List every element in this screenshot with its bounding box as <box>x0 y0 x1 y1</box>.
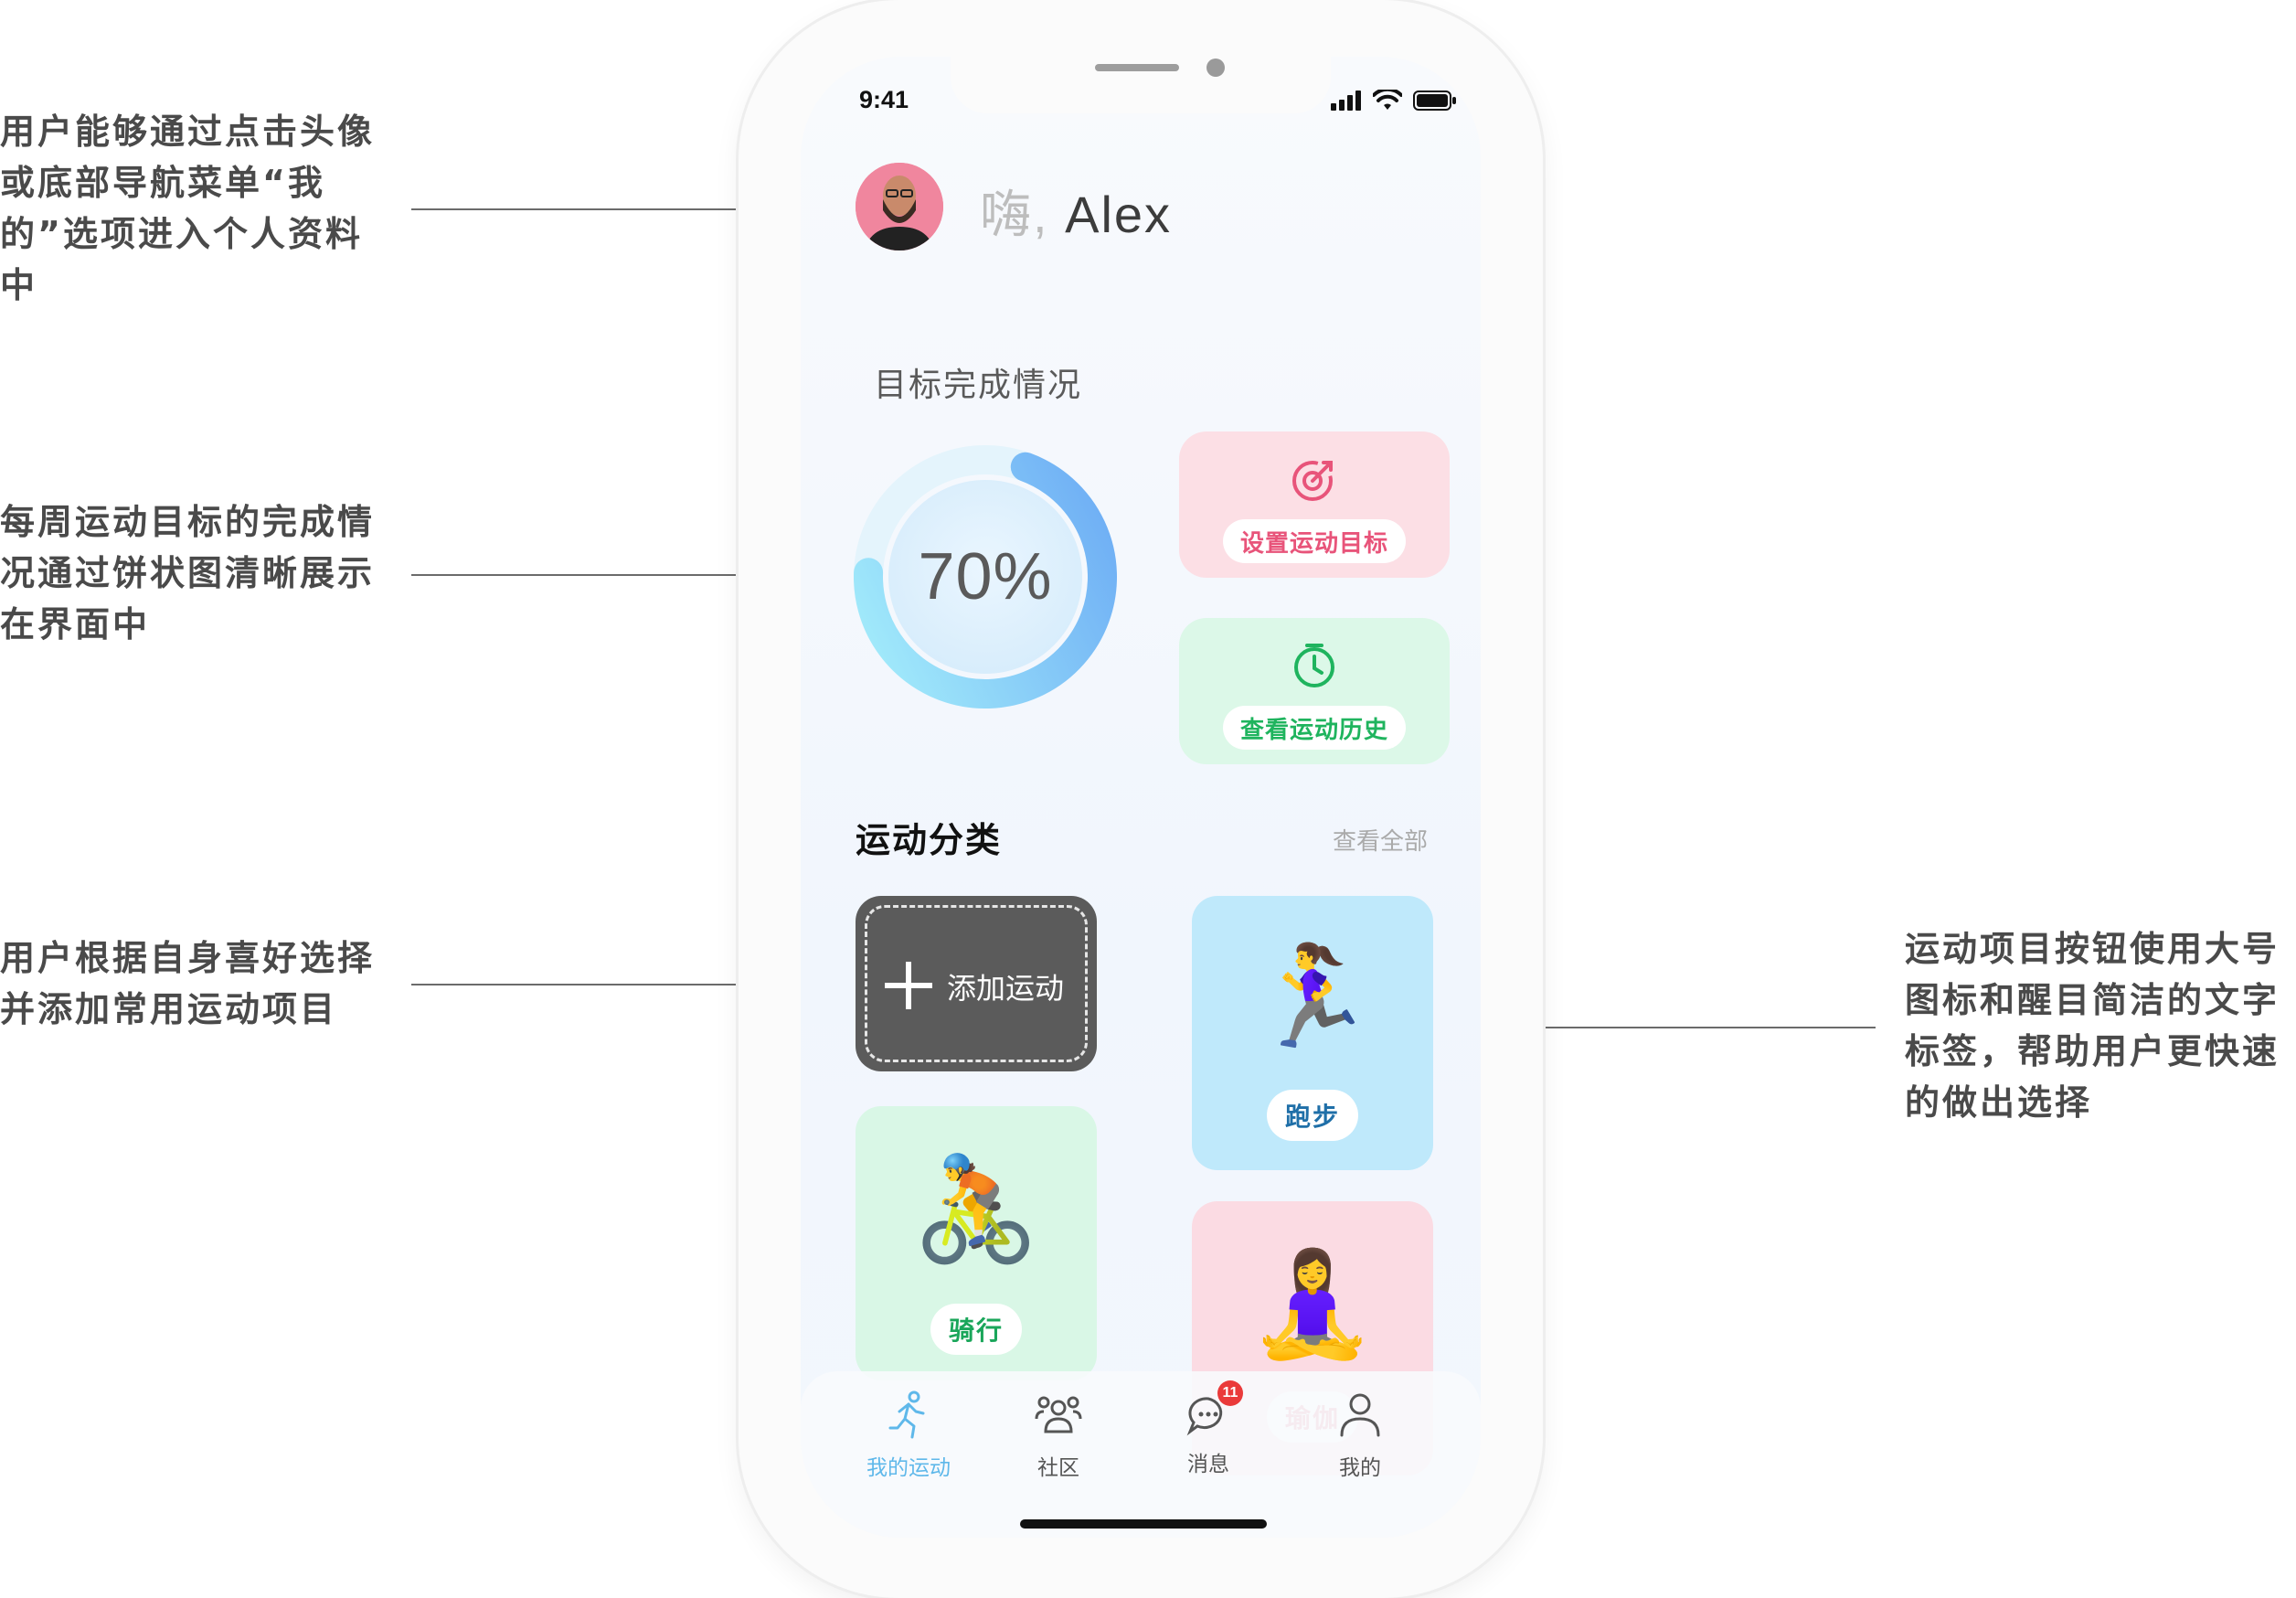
running-emoji-icon: 🏃‍♀️ <box>1250 940 1375 1054</box>
goal-section-title: 目标完成情况 <box>874 367 1083 404</box>
status-time: 9:41 <box>859 86 909 113</box>
community-icon <box>1035 1396 1082 1433</box>
bottom-tab-bar: 我的运动 社区 11 消息 我的 <box>801 1371 1481 1538</box>
goal-progress-label: 70% <box>918 540 1053 613</box>
set-goal-button[interactable]: 设置运动目标 <box>1179 431 1450 578</box>
tab-messages[interactable]: 11 消息 <box>1153 1380 1263 1477</box>
greeting-hi: 嗨, <box>980 186 1049 243</box>
signal-icon <box>1331 91 1361 111</box>
app-screen: 9:41 嗨, Alex 目标完成情况 70% 设置运动目标 查看运动历史 运动… <box>801 57 1481 1538</box>
plus-icon <box>885 962 932 1009</box>
annotation-add: 用户根据自身喜好选择 并添加常用运动项目 <box>0 932 402 1035</box>
clock-icon <box>1294 644 1334 687</box>
cycling-emoji-icon: 🚴 <box>912 1150 1040 1269</box>
phone-frame: 9:41 嗨, Alex 目标完成情况 70% 设置运动目标 查看运动历史 运动… <box>739 0 1543 1598</box>
view-history-label: 查看运动历史 <box>1223 706 1406 750</box>
avatar-portrait <box>856 163 943 250</box>
annotation-line-text: 的做出选择 <box>1905 1082 2093 1123</box>
annotation-line-text: 或底部导航菜单“我 <box>0 163 325 203</box>
annotation-line-text: 用户能够通过点击头像 <box>0 112 376 152</box>
annotation-line-text: 的”选项进入个人资料 <box>0 214 363 254</box>
status-icons <box>1331 90 1457 112</box>
tab-my-sports[interactable]: 我的运动 <box>854 1388 963 1481</box>
target-icon <box>1292 461 1333 501</box>
annotation-line-text: 用户根据自身喜好选择 <box>0 938 376 978</box>
tab-me[interactable]: 我的 <box>1305 1388 1415 1481</box>
message-badge: 11 <box>1217 1380 1243 1406</box>
annotation-line-text: 图标和醒目简洁的文字 <box>1905 980 2280 1020</box>
category-section-title: 运动分类 <box>856 820 1003 860</box>
sport-card-cycling[interactable]: 🚴 骑行 <box>856 1106 1097 1380</box>
annotation-line-text: 标签，帮助用户更快速 <box>1905 1031 2280 1071</box>
annotation-buttons: 运动项目按钮使用大号 图标和醒目简洁的文字 标签，帮助用户更快速 的做出选择 <box>1905 923 2296 1128</box>
see-all-link[interactable]: 查看全部 <box>1333 823 1428 857</box>
annotation-line-text: 运动项目按钮使用大号 <box>1905 929 2280 969</box>
tab-label: 消息 <box>1187 1453 1229 1476</box>
annotation-line-text: 况通过饼状图清晰展示 <box>0 553 376 593</box>
add-sport-label: 添加运动 <box>947 971 1065 1006</box>
tab-label: 我的运动 <box>866 1456 951 1480</box>
annotation-line-text: 并添加常用运动项目 <box>0 989 338 1029</box>
goal-progress-donut: 70% <box>854 445 1117 708</box>
sport-card-running[interactable]: 🏃‍♀️ 跑步 <box>1192 896 1433 1170</box>
user-icon <box>1340 1393 1380 1437</box>
tab-community[interactable]: 社区 <box>1004 1388 1113 1481</box>
sport-label-running: 跑步 <box>1267 1090 1358 1141</box>
annotation-goal: 每周运动目标的完成情 况通过饼状图清晰展示 在界面中 <box>0 496 402 650</box>
home-indicator <box>1020 1519 1267 1529</box>
phone-speaker <box>1095 64 1179 71</box>
tab-label: 社区 <box>1037 1456 1079 1480</box>
annotation-line-text: 在界面中 <box>0 604 151 645</box>
add-sport-button[interactable]: 添加运动 <box>856 896 1097 1071</box>
wifi-icon <box>1373 90 1402 110</box>
annotation-line-text: 每周运动目标的完成情 <box>0 502 376 542</box>
annotation-line-text: 中 <box>0 265 38 305</box>
message-icon-wrap: 11 <box>1181 1380 1243 1443</box>
view-history-button[interactable]: 查看运动历史 <box>1179 618 1450 764</box>
running-icon <box>888 1390 925 1439</box>
tab-label: 我的 <box>1339 1456 1381 1480</box>
annotation-profile: 用户能够通过点击头像 或底部导航菜单“我 的”选项进入个人资料 中 <box>0 106 402 311</box>
sport-label-cycling: 骑行 <box>930 1304 1022 1355</box>
set-goal-label: 设置运动目标 <box>1223 519 1406 563</box>
greeting-name: Alex <box>1048 186 1173 243</box>
phone-camera <box>1206 59 1225 77</box>
greeting: 嗨, Alex <box>980 174 1172 248</box>
avatar[interactable] <box>856 163 943 250</box>
yoga-emoji-icon: 🧘‍♀️ <box>1249 1245 1377 1364</box>
battery-icon <box>1413 91 1456 111</box>
